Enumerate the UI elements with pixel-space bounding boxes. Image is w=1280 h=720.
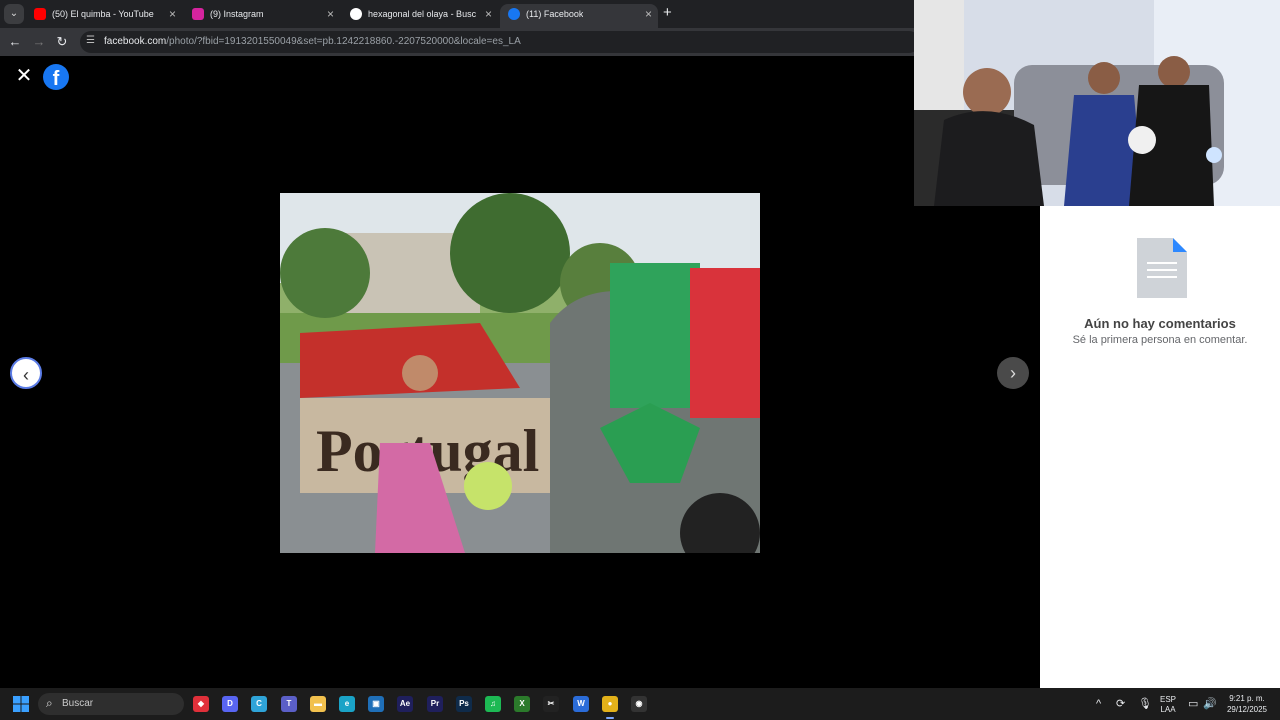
language-indicator[interactable]: ESP (1158, 695, 1178, 705)
site-info-icon[interactable]: ☰ (86, 35, 98, 47)
xbox-icon[interactable]: X (514, 696, 530, 712)
tab-title: hexagonal del olaya - Buscar con Google (368, 9, 476, 19)
facebook-logo[interactable]: f (43, 64, 69, 90)
clock-date[interactable]: 29/12/2025 (1220, 705, 1274, 715)
close-tab-icon[interactable]: × (485, 4, 492, 24)
network-icon[interactable]: ▭ (1188, 698, 1198, 710)
show-hidden-icons-button[interactable]: ^ (1096, 698, 1101, 710)
back-button[interactable]: ← (6, 33, 24, 51)
tab-search-button[interactable]: ⌄ (4, 4, 24, 24)
premiere-icon[interactable]: Pr (427, 696, 443, 712)
microphone-icon[interactable]: 🎙 (1138, 698, 1152, 710)
comments-panel: Aún no hay comentarios Sé la primera per… (1040, 206, 1280, 688)
edge-icon[interactable]: e (339, 696, 355, 712)
url-path: /photo/?fbid=1913201550049&set=pb.124221… (166, 36, 521, 47)
store-icon[interactable]: ▣ (368, 696, 384, 712)
tab-title: (11) Facebook (526, 9, 584, 19)
taskbar: ⌕ Buscar ◆ D C T ▬ e ▣ Ae Pr Ps ♫ X ✂ W ● ◉ ^ ⟳ 🎙 ESP L… (0, 688, 1280, 720)
previous-photo-button[interactable]: ‹ (10, 357, 42, 389)
spotify-icon[interactable]: ♫ (485, 696, 501, 712)
tab-google-search[interactable]: hexagonal del olaya - Buscar con Google … (342, 4, 498, 28)
photo[interactable]: Portugal (280, 193, 760, 553)
tab-instagram[interactable]: (9) Instagram × (184, 4, 340, 28)
search-placeholder: Buscar (62, 698, 94, 709)
document-icon (1137, 238, 1187, 298)
clock-time[interactable]: 9:21 p. m. (1220, 694, 1274, 704)
capcut-icon[interactable]: ✂ (543, 696, 559, 712)
address-url[interactable]: facebook.com/photo/?fbid=1913201550049&s… (104, 31, 521, 53)
file-explorer-icon[interactable]: ▬ (310, 696, 326, 712)
youtube-icon (34, 8, 46, 20)
close-viewer-button[interactable]: ✕ (14, 66, 34, 86)
facebook-icon (508, 8, 520, 20)
no-comments-subtitle: Sé la primera persona en comentar. (1072, 334, 1248, 346)
webcam-image (914, 0, 1280, 206)
close-tab-icon[interactable]: × (645, 4, 652, 24)
reload-button[interactable]: ↻ (53, 33, 71, 51)
taskbar-search[interactable]: ⌕ Buscar (38, 693, 184, 715)
chrome-icon[interactable]: ● (602, 696, 618, 712)
address-bar[interactable]: ☰ facebook.com/photo/?fbid=1913201550049… (80, 31, 920, 53)
close-tab-icon[interactable]: × (169, 4, 176, 24)
next-photo-button[interactable]: › (997, 357, 1029, 389)
tab-title: (9) Instagram (210, 9, 264, 19)
instagram-icon (192, 8, 204, 20)
url-host: facebook.com (104, 36, 167, 47)
google-icon (350, 8, 362, 20)
start-button[interactable] (13, 696, 29, 712)
tab-title: (50) El quimba - YouTube (52, 9, 154, 19)
sync-icon[interactable]: ⟳ (1116, 698, 1125, 710)
tab-facebook[interactable]: (11) Facebook × (500, 4, 658, 28)
word-icon[interactable]: W (573, 696, 589, 712)
discord-icon[interactable]: D (222, 696, 238, 712)
obs-icon[interactable]: ◉ (631, 696, 647, 712)
tab-youtube[interactable]: (50) El quimba - YouTube × (26, 4, 182, 28)
active-app-indicator (606, 717, 614, 719)
new-tab-button[interactable]: + (663, 4, 672, 22)
keyboard-layout[interactable]: LAA (1158, 705, 1178, 715)
anydesk-icon[interactable]: ◆ (193, 696, 209, 712)
photo-viewer: ✕ f Portugal ‹ › (0, 56, 1040, 688)
after-effects-icon[interactable]: Ae (397, 696, 413, 712)
no-comments-title: Aún no hay comentarios (1084, 316, 1236, 331)
close-tab-icon[interactable]: × (327, 4, 334, 24)
photoshop-icon[interactable]: Ps (456, 696, 472, 712)
search-icon: ⌕ (46, 696, 53, 710)
forward-button[interactable]: → (30, 33, 48, 51)
copilot-icon[interactable]: C (251, 696, 267, 712)
teams-icon[interactable]: T (281, 696, 297, 712)
volume-icon[interactable]: 🔊 (1203, 698, 1217, 710)
webcam-overlay (914, 0, 1280, 206)
photo-image: Portugal (280, 193, 760, 553)
